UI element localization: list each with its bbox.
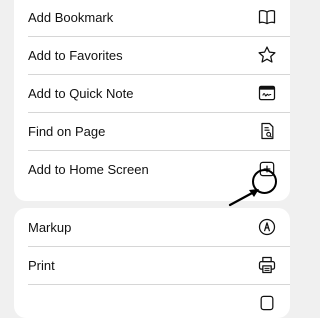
markup-pen-icon	[256, 216, 278, 238]
markup-item[interactable]: Markup	[14, 208, 290, 246]
share-menu-group-1: Add Bookmark Add to Favorites Add to Qui…	[14, 0, 290, 201]
quick-note-icon	[256, 82, 278, 104]
share-menu-group-2: Markup Print	[14, 208, 290, 318]
add-to-home-screen-label: Add to Home Screen	[28, 161, 149, 177]
find-on-page-label: Find on Page	[28, 123, 106, 139]
book-icon	[256, 6, 278, 28]
add-to-favorites-label: Add to Favorites	[28, 47, 123, 63]
add-to-quick-note-item[interactable]: Add to Quick Note	[14, 74, 290, 112]
find-on-page-item[interactable]: Find on Page	[14, 112, 290, 150]
add-to-quick-note-label: Add to Quick Note	[28, 85, 134, 101]
add-bookmark-item[interactable]: Add Bookmark	[14, 0, 290, 36]
markup-label: Markup	[28, 219, 72, 235]
add-to-favorites-item[interactable]: Add to Favorites	[14, 36, 290, 74]
print-label: Print	[28, 257, 55, 273]
add-bookmark-label: Add Bookmark	[28, 9, 114, 25]
star-icon	[256, 44, 278, 66]
add-to-home-screen-item[interactable]: Add to Home Screen	[14, 150, 290, 188]
print-item[interactable]: Print	[14, 246, 290, 284]
annotation-arrow-icon	[228, 189, 259, 207]
find-document-icon	[256, 120, 278, 142]
partial-icon	[256, 292, 278, 314]
printer-icon	[256, 254, 278, 276]
next-item-partial[interactable]	[14, 284, 290, 318]
